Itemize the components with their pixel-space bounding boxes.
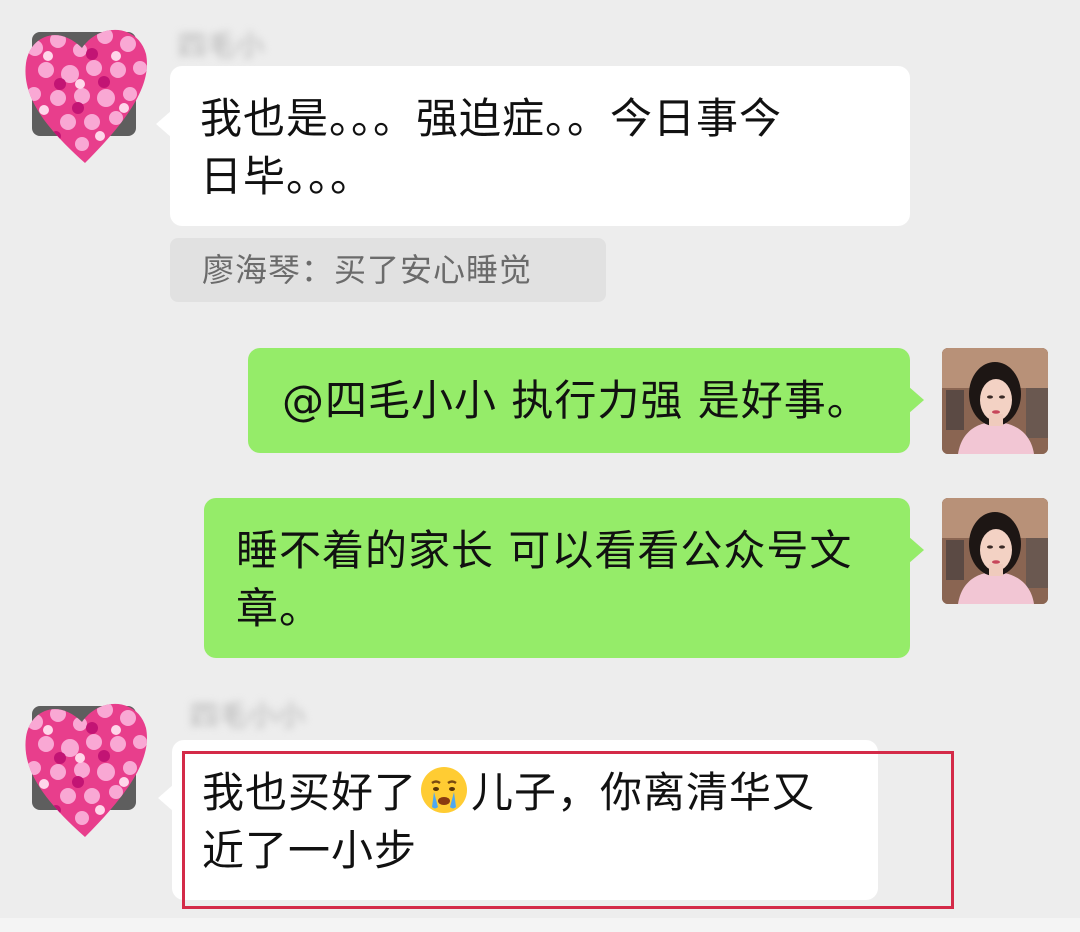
- sender-name: 四毛小小: [190, 694, 306, 734]
- my-avatar[interactable]: [942, 498, 1048, 604]
- message-bubble[interactable]: @四毛小小 执行力强 是好事。: [248, 348, 924, 453]
- sender-name: 四毛小: [178, 29, 266, 62]
- message-bubble[interactable]: 睡不着的家长 可以看看公众号文 章。: [204, 498, 924, 658]
- message-text: @四毛小小 执行力强 是好事。: [282, 376, 870, 425]
- message-text-line: 我也是。。。强迫症。。今日事今: [200, 94, 783, 143]
- sender-name-text: 四毛小小: [190, 699, 307, 732]
- quoted-reply[interactable]: 廖海琴：买了安心睡觉: [170, 238, 606, 302]
- sender-avatar[interactable]: [25, 29, 147, 164]
- message-text-line: 日毕。。。: [200, 152, 374, 201]
- chat-bottom-edge: [0, 918, 1080, 932]
- heart-sticker-icon: [25, 703, 147, 838]
- highlight-annotation-box: [182, 751, 954, 909]
- bubble-tail: [156, 110, 172, 138]
- sender-avatar[interactable]: [25, 703, 147, 838]
- bubble-tail: [158, 784, 174, 812]
- profile-photo-icon: [942, 348, 1048, 454]
- profile-photo-icon: [942, 498, 1048, 604]
- bubble-tail: [908, 386, 924, 414]
- message-text-line: 睡不着的家长 可以看看公众号文: [236, 526, 853, 575]
- message-text-line: 章。: [236, 584, 323, 633]
- message-bubble[interactable]: 我也是。。。强迫症。。今日事今 日毕。。。: [156, 66, 910, 226]
- heart-sticker-icon: [25, 29, 147, 164]
- bubble-tail: [908, 536, 924, 564]
- my-avatar[interactable]: [942, 348, 1048, 454]
